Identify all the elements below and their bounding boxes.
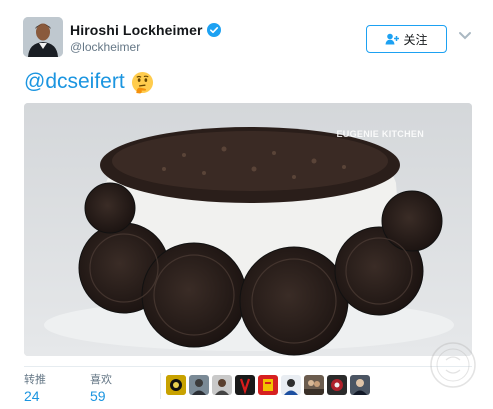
liker-avatar[interactable]: [212, 375, 232, 395]
tweet-stats: 转推 24 喜欢 59: [24, 366, 472, 404]
author-name-row: Hiroshi Lockheimer: [70, 22, 221, 38]
thinking-face-icon: [131, 71, 153, 94]
liker-avatar[interactable]: [350, 375, 370, 395]
tweet-media-photo[interactable]: EUGENIE KITCHEN: [24, 103, 472, 356]
author-avatar[interactable]: [23, 17, 63, 57]
author-handle[interactable]: @lockheimer: [70, 40, 140, 54]
likes-count: 59: [90, 388, 106, 404]
retweets-stat[interactable]: 转推 24: [24, 371, 46, 404]
tweet-card: Hiroshi Lockheimer @lockheimer 关注 @dcsei…: [0, 0, 493, 409]
follow-button[interactable]: 关注: [366, 25, 447, 53]
liker-avatar[interactable]: [304, 375, 324, 395]
likes-stat[interactable]: 喜欢 59: [90, 371, 112, 404]
add-user-icon: [385, 33, 400, 45]
chevron-down-icon[interactable]: [458, 31, 472, 41]
retweets-label: 转推: [24, 373, 46, 386]
photo-watermark: EUGENIE KITCHEN: [336, 129, 424, 139]
oreo-cake-photo-icon: [24, 103, 472, 356]
stats-divider: [160, 373, 161, 399]
seal-watermark-icon: [430, 342, 476, 388]
mention-link[interactable]: @dcseifert: [24, 70, 125, 94]
follow-button-label: 关注: [403, 32, 428, 47]
tweet-text: @dcseifert: [24, 70, 154, 94]
liker-avatar[interactable]: [327, 375, 347, 395]
liker-avatar[interactable]: [166, 375, 186, 395]
liker-avatar[interactable]: [258, 375, 278, 395]
verified-badge-icon: [206, 23, 221, 37]
liker-avatar[interactable]: [235, 375, 255, 395]
liker-avatar[interactable]: [189, 375, 209, 395]
likers-avatar-list: [166, 375, 373, 395]
liker-avatar[interactable]: [281, 375, 301, 395]
author-display-name[interactable]: Hiroshi Lockheimer: [70, 22, 203, 38]
likes-label: 喜欢: [90, 373, 112, 386]
retweets-count: 24: [24, 388, 40, 404]
